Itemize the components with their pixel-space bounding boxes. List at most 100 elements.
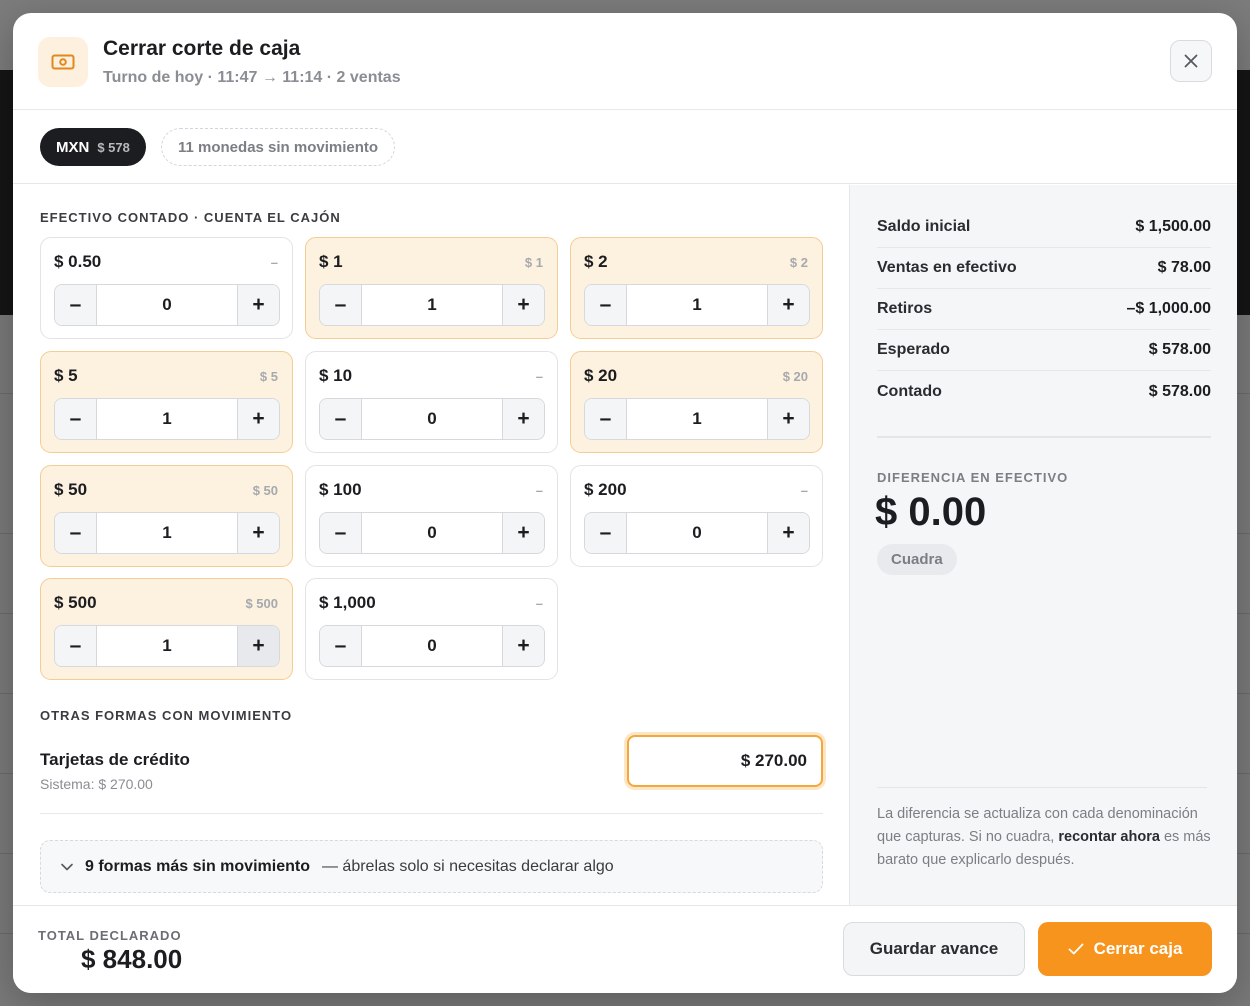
denomination-label: $ 5 <box>54 366 78 385</box>
summary-row: Ventas en efectivo $ 78.00 <box>877 248 1211 289</box>
summary-value: $ 578.00 <box>1148 341 1211 358</box>
quantity-value[interactable]: 1 <box>97 626 237 666</box>
quantity-stepper: – 0 + <box>319 512 545 554</box>
quantity-value[interactable]: 0 <box>627 513 767 553</box>
close-register-button[interactable]: Cerrar caja <box>1038 922 1212 976</box>
close-button[interactable] <box>1170 40 1212 82</box>
quantity-stepper: – 1 + <box>584 398 810 440</box>
denomination-subtotal: – <box>535 369 543 384</box>
denomination-label: $ 20 <box>584 366 618 385</box>
status-badge: Cuadra <box>877 544 957 575</box>
difference-value: $ 0.00 <box>875 490 987 534</box>
quantity-stepper: – 1 + <box>584 284 810 326</box>
decrement-button[interactable]: – <box>585 399 627 439</box>
increment-button[interactable]: + <box>502 626 544 666</box>
decrement-button[interactable]: – <box>55 285 97 325</box>
hint-divider <box>877 787 1207 788</box>
currency-pill-mxn[interactable]: MXN $ 578 <box>40 128 146 166</box>
summary-row: Retiros –$ 1,000.00 <box>877 289 1211 330</box>
other-section-label: OTRAS FORMAS CON MOVIMIENTO <box>40 708 293 723</box>
increment-button[interactable]: + <box>237 399 279 439</box>
increment-button[interactable]: + <box>237 626 279 666</box>
summary-label: Esperado <box>877 341 950 358</box>
close-register-modal: Cerrar corte de caja Turno de hoy · 11:4… <box>13 13 1237 993</box>
increment-button[interactable]: + <box>767 513 809 553</box>
payment-method-row: Tarjetas de crédito Sistema: $ 270.00 $ … <box>40 735 823 814</box>
decrement-button[interactable]: – <box>320 626 362 666</box>
summary-label: Saldo inicial <box>877 218 971 235</box>
inactive-currencies-pill[interactable]: 11 monedas sin movimiento <box>161 128 396 166</box>
summary-value: –$ 1,000.00 <box>1126 300 1211 317</box>
denomination-label: $ 1,000 <box>319 593 376 612</box>
summary-panel: Saldo inicial $ 1,500.00 Ventas en efect… <box>849 185 1237 905</box>
summary-row: Saldo inicial $ 1,500.00 <box>877 207 1211 248</box>
denomination-card: $ 10 – – 0 + <box>305 351 558 453</box>
increment-button[interactable]: + <box>502 513 544 553</box>
chevron-down-icon <box>61 863 73 870</box>
summary-label: Ventas en efectivo <box>877 259 1017 276</box>
payment-amount-input[interactable]: $ 270.00 <box>627 735 823 787</box>
quantity-value[interactable]: 1 <box>627 399 767 439</box>
save-progress-button[interactable]: Guardar avance <box>843 922 1025 976</box>
increment-button[interactable]: + <box>237 513 279 553</box>
denomination-subtotal: $ 5 <box>259 369 278 384</box>
more-methods-count: 9 formas más sin movimiento <box>85 857 310 875</box>
total-declared-label: TOTAL DECLARADO <box>38 928 182 943</box>
modal-footer: TOTAL DECLARADO $ 848.00 Guardar avance … <box>13 905 1237 993</box>
denomination-label: $ 2 <box>584 252 608 271</box>
decrement-button[interactable]: – <box>320 513 362 553</box>
denomination-subtotal: – <box>535 483 543 498</box>
denomination-subtotal: – <box>270 255 278 270</box>
quantity-stepper: – 1 + <box>54 398 280 440</box>
increment-button[interactable]: + <box>767 285 809 325</box>
decrement-button[interactable]: – <box>585 285 627 325</box>
decrement-button[interactable]: – <box>320 399 362 439</box>
quantity-stepper: – 0 + <box>319 625 545 667</box>
quantity-value[interactable]: 0 <box>362 626 502 666</box>
denomination-card: $ 50 $ 50 – 1 + <box>40 465 293 567</box>
decrement-button[interactable]: – <box>55 626 97 666</box>
quantity-value[interactable]: 0 <box>362 399 502 439</box>
currency-amount: $ 578 <box>97 139 130 155</box>
increment-button[interactable]: + <box>767 399 809 439</box>
increment-button[interactable]: + <box>502 285 544 325</box>
denomination-subtotal: – <box>535 596 543 611</box>
denomination-subtotal: $ 20 <box>782 369 808 384</box>
quantity-value[interactable]: 0 <box>97 285 237 325</box>
difference-hint: La diferencia se actualiza con cada deno… <box>877 803 1211 872</box>
denomination-card: $ 1,000 – – 0 + <box>305 578 558 680</box>
summary-divider <box>877 436 1211 438</box>
denomination-card: $ 1 $ 1 – 1 + <box>305 237 558 339</box>
summary-label: Retiros <box>877 300 933 317</box>
quantity-stepper: – 1 + <box>54 512 280 554</box>
summary-row: Esperado $ 578.00 <box>877 330 1211 371</box>
denomination-label: $ 200 <box>584 480 627 499</box>
modal-header: Cerrar corte de caja Turno de hoy · 11:4… <box>13 13 1237 110</box>
decrement-button[interactable]: – <box>320 285 362 325</box>
denomination-label: $ 500 <box>54 593 97 612</box>
increment-button[interactable]: + <box>237 285 279 325</box>
quantity-stepper: – 1 + <box>54 625 280 667</box>
decrement-button[interactable]: – <box>55 399 97 439</box>
modal-title: Cerrar corte de caja <box>103 37 301 60</box>
denomination-label: $ 1 <box>319 252 343 271</box>
quantity-value[interactable]: 1 <box>362 285 502 325</box>
more-payment-methods-toggle[interactable]: 9 formas más sin movimiento — ábrelas so… <box>40 840 823 893</box>
hint-text-strong: recontar ahora <box>1058 829 1160 845</box>
denomination-card: $ 2 $ 2 – 1 + <box>570 237 823 339</box>
quantity-value[interactable]: 1 <box>97 513 237 553</box>
denomination-label: $ 10 <box>319 366 353 385</box>
denomination-card: $ 100 – – 0 + <box>305 465 558 567</box>
quantity-value[interactable]: 1 <box>97 399 237 439</box>
quantity-value[interactable]: 0 <box>362 513 502 553</box>
denomination-card: $ 0.50 – – 0 + <box>40 237 293 339</box>
denomination-subtotal: – <box>800 483 808 498</box>
cash-section-label: EFECTIVO CONTADO · CUENTA EL CAJÓN <box>40 210 341 225</box>
decrement-button[interactable]: – <box>585 513 627 553</box>
summary-value: $ 578.00 <box>1148 382 1211 400</box>
quantity-value[interactable]: 1 <box>627 285 767 325</box>
increment-button[interactable]: + <box>502 399 544 439</box>
cash-icon <box>38 37 88 87</box>
decrement-button[interactable]: – <box>55 513 97 553</box>
denomination-label: $ 0.50 <box>54 252 102 271</box>
